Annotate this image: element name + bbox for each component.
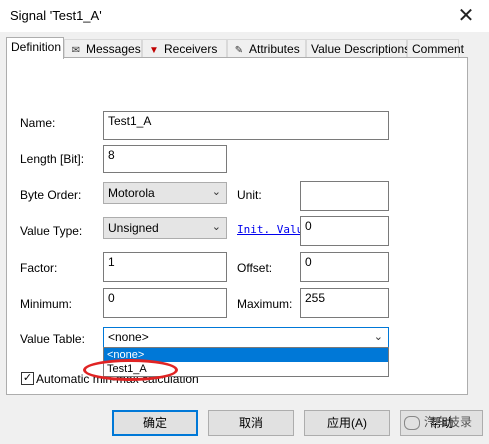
unit-label: Unit: [237,188,262,202]
tab-strip: Definition ✉ Messages ▼ Receivers ✎ Attribu… [6,37,466,59]
highlight-circle [83,359,178,381]
maximum-input[interactable]: 255 [300,288,389,318]
tab-attributes[interactable]: ✎ Attributes [227,39,306,57]
wechat-icon [404,415,420,430]
title-bar: Signal 'Test1_A' ✕ [0,0,489,32]
offset-input[interactable]: 0 [300,252,389,282]
init-value-input[interactable]: 0 [300,216,389,246]
minimum-label: Minimum: [20,297,73,311]
unit-input[interactable] [300,181,389,211]
tab-label: Value Descriptions [311,42,411,56]
value-table-select[interactable]: <none> ⌄ [103,327,389,348]
tab-label: Comment [412,42,465,56]
tab-messages[interactable]: ✉ Messages [64,39,142,57]
byte-order-value: Motorola [108,186,155,200]
offset-label: Offset: [237,261,273,275]
minimum-input[interactable]: 0 [103,288,227,318]
ok-button[interactable]: 确定 [112,410,198,436]
name-input[interactable]: Test1_A [103,111,389,140]
auto-minmax-checkbox[interactable]: ✓ [21,372,34,385]
value-table-label: Value Table: [20,332,85,346]
tab-receivers[interactable]: ▼ Receivers [142,39,227,57]
tab-value-descriptions[interactable]: Value Descriptions [306,39,411,57]
maximum-label: Maximum: [237,297,293,311]
window-title: Signal 'Test1_A' [10,8,102,23]
value-type-value: Unsigned [108,221,159,235]
tab-label: Receivers [164,42,218,56]
length-label: Length [Bit]: [20,152,85,166]
watermark: 汽车技录 [404,413,472,430]
value-table-value: <none> [108,330,149,344]
chevron-down-icon: ⌄ [373,331,383,343]
name-label: Name: [20,116,56,130]
tab-comment[interactable]: Comment [407,39,464,57]
watermark-text: 汽车技录 [424,415,473,429]
tab-label: Definition [11,40,62,54]
tab-definition[interactable]: Definition [6,37,64,59]
value-type-label: Value Type: [20,224,83,238]
init-value-link[interactable]: Init. Value: [237,223,301,236]
byte-order-select[interactable]: Motorola ⌄ [103,182,227,204]
chevron-down-icon: ⌄ [211,186,221,198]
chevron-down-icon: ⌄ [211,221,221,233]
factor-input[interactable]: 1 [103,252,227,282]
close-icon[interactable]: ✕ [453,3,479,29]
tab-label: Messages [86,42,141,56]
apply-button[interactable]: 应用(A) [304,410,390,436]
value-type-select[interactable]: Unsigned ⌄ [103,217,227,239]
tab-label: Attributes [249,42,300,56]
factor-label: Factor: [20,261,58,275]
cancel-button[interactable]: 取消 [208,410,294,436]
length-input[interactable]: 8 [103,145,227,173]
byte-order-label: Byte Order: [20,188,82,202]
